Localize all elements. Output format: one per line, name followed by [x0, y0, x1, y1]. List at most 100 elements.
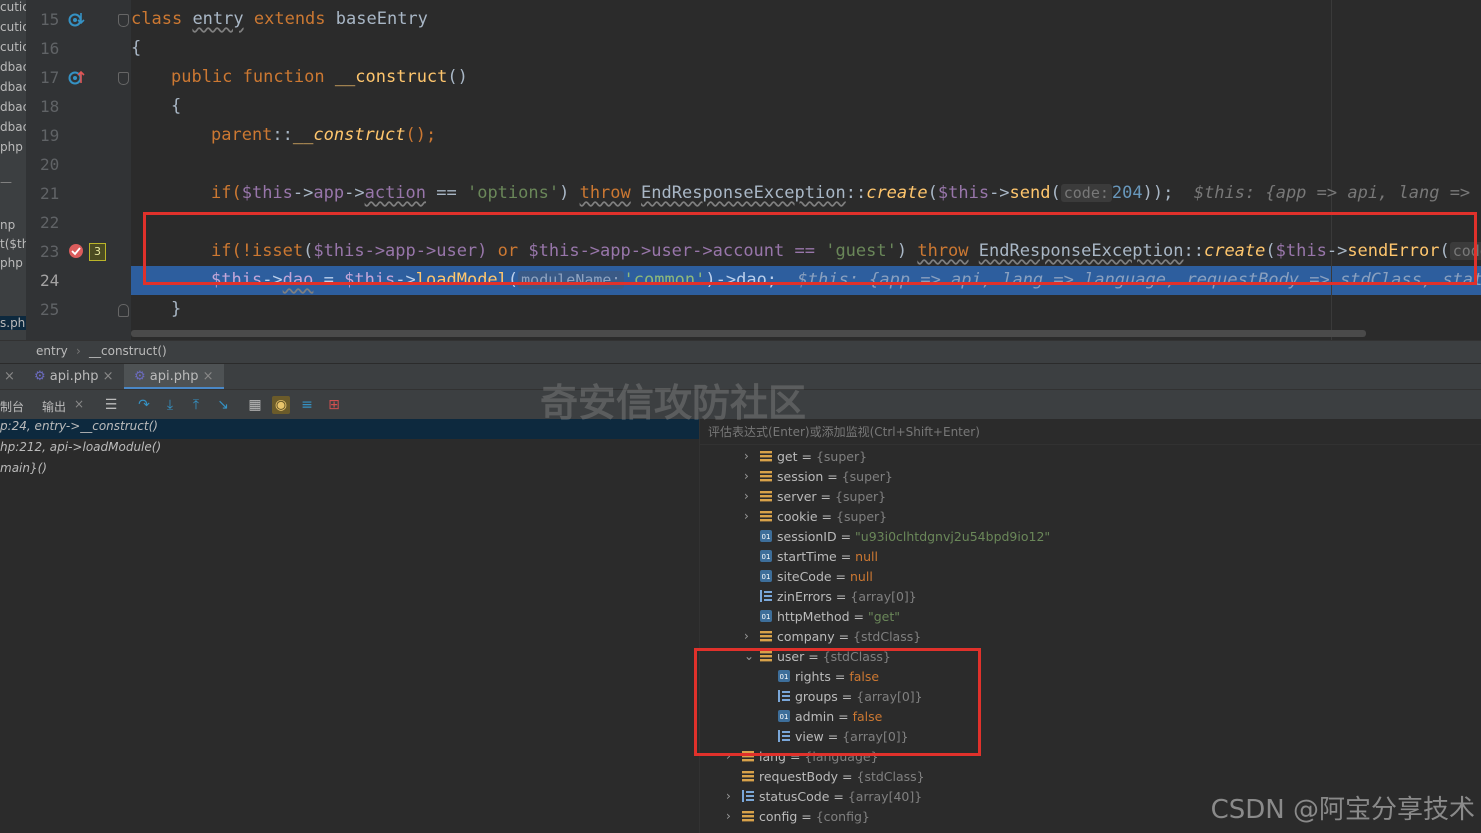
code-line-18: {	[171, 96, 182, 116]
equals-sign: =	[831, 569, 850, 584]
overrides-icon[interactable]	[67, 69, 85, 87]
line-number-current: 24	[40, 271, 60, 290]
object-icon	[760, 510, 772, 522]
variable-name: startTime	[777, 549, 837, 564]
variable-row-sessionID[interactable]: 01 sessionID = "u93i0clhtdgnvj2u54bpd9io1…	[760, 529, 1050, 549]
breadcrumb-separator: ›	[76, 344, 81, 358]
object-icon	[760, 450, 772, 462]
project-item[interactable]: cutic	[0, 20, 26, 34]
variable-row-statusCode[interactable]: › statusCode = {array[40]}	[726, 789, 922, 809]
svg-text:01: 01	[762, 553, 771, 561]
code-line-16: {	[131, 38, 142, 58]
variable-value: "get"	[867, 609, 900, 624]
svg-text:01: 01	[762, 533, 771, 541]
run-to-cursor-icon[interactable]: ↘	[214, 396, 232, 414]
php-file-icon: ⚙	[134, 369, 146, 384]
menu-icon[interactable]: ☰	[102, 396, 120, 414]
variable-row-company[interactable]: › company = {stdClass}	[744, 629, 921, 649]
project-item[interactable]: cutic	[0, 0, 26, 14]
step-into-icon[interactable]: ⤓	[161, 396, 179, 414]
line-number: 19	[40, 126, 60, 145]
chevron-right-icon[interactable]: ›	[744, 489, 749, 503]
equals-sign: =	[797, 809, 816, 824]
step-over-icon[interactable]: ↷	[135, 396, 153, 414]
project-item[interactable]: t($th	[0, 237, 26, 251]
collapse-icon[interactable]: —	[0, 175, 12, 189]
project-item[interactable]: dbac	[0, 60, 26, 74]
chevron-right-icon[interactable]: ›	[726, 789, 731, 803]
highlight-box-code	[143, 212, 1477, 285]
project-item[interactable]: dbac	[0, 100, 26, 114]
variable-row-server[interactable]: › server = {super}	[744, 489, 887, 509]
array-icon	[742, 790, 754, 802]
frame-item[interactable]: hp:212, api->loadModule()	[0, 440, 699, 460]
frame-item[interactable]: main}()	[0, 461, 699, 481]
variable-row-siteCode[interactable]: 01 siteCode = null	[760, 569, 873, 589]
variable-value: "u93i0clhtdgnvj2u54bpd9io12"	[855, 529, 1051, 544]
variable-value: {super}	[835, 489, 887, 504]
variable-row-zinErrors[interactable]: zinErrors = {array[0]}	[760, 589, 917, 609]
breakpoint-icon[interactable]	[68, 243, 84, 259]
fold-icon[interactable]	[118, 304, 129, 317]
horizontal-scrollbar[interactable]	[131, 330, 1366, 337]
equals-sign: =	[836, 529, 856, 544]
variable-row-requestBody[interactable]: requestBody = {stdClass}	[742, 769, 925, 789]
variable-row-httpMethod[interactable]: 01 httpMethod = "get"	[760, 609, 900, 629]
tab-api-php-2[interactable]: ⚙ api.php ×	[124, 364, 224, 390]
add-watch-icon[interactable]: ⊞	[325, 396, 343, 414]
tab-api-php-1[interactable]: ⚙ api.php ×	[34, 364, 114, 390]
variable-row-config[interactable]: › config = {config}	[726, 809, 870, 829]
chevron-right-icon[interactable]: ›	[744, 629, 749, 643]
equals-sign: =	[834, 629, 854, 644]
list-icon[interactable]: ≡	[298, 396, 316, 414]
primitive-icon: 01	[760, 530, 772, 542]
chevron-right-icon[interactable]: ›	[744, 469, 749, 483]
fold-icon[interactable]	[118, 72, 129, 85]
tab-console[interactable]: 制台	[0, 398, 24, 415]
variable-row-session[interactable]: › session = {super}	[744, 469, 893, 489]
variable-value: {stdClass}	[856, 769, 925, 784]
variable-row-startTime[interactable]: 01 startTime = null	[760, 549, 878, 569]
chevron-right-icon[interactable]: ›	[744, 449, 749, 463]
project-item[interactable]: np	[0, 218, 15, 232]
chevron-right-icon[interactable]: ›	[744, 509, 749, 523]
close-icon[interactable]: ×	[74, 397, 84, 411]
variable-row-get[interactable]: › get = {super}	[744, 449, 867, 469]
frames-panel: p:24, entry->__construct() hp:212, api->…	[0, 419, 700, 833]
variable-value: {super}	[841, 469, 893, 484]
breadcrumb-method[interactable]: __construct()	[89, 344, 167, 358]
variable-name: siteCode	[777, 569, 832, 584]
evaluate-icon[interactable]: ▦	[246, 396, 264, 414]
code-editor[interactable]: class entry extends baseEntry { public f…	[131, 0, 1481, 340]
object-icon	[760, 630, 772, 642]
watermark: 奇安信攻防社区	[540, 381, 807, 425]
close-icon[interactable]: ×	[4, 364, 15, 390]
primitive-icon: 01	[760, 550, 772, 562]
project-item[interactable]: dbac	[0, 120, 26, 134]
tab-output[interactable]: 输出	[42, 398, 66, 415]
tab-close-icon[interactable]: ×	[203, 369, 214, 384]
breadcrumb-class[interactable]: entry	[36, 344, 68, 358]
equals-sign: =	[831, 589, 851, 604]
tab-close-icon[interactable]: ×	[103, 369, 114, 384]
variable-name: statusCode	[759, 789, 830, 804]
step-out-icon[interactable]: ⤒	[187, 396, 205, 414]
watch-icon[interactable]: ◉	[272, 396, 290, 414]
line-number: 25	[40, 300, 60, 319]
project-item[interactable]: php	[0, 140, 23, 154]
code-line-19: parent::__construct();	[211, 125, 437, 145]
variable-name: sessionID	[777, 529, 837, 544]
project-item-selected[interactable]: s.ph	[0, 316, 26, 330]
array-icon	[760, 590, 772, 602]
fold-icon[interactable]	[118, 14, 129, 27]
project-item[interactable]: dbac	[0, 80, 26, 94]
breadcrumb: entry › __construct()	[0, 340, 1481, 363]
project-item[interactable]: cutic	[0, 40, 26, 54]
variable-row-cookie[interactable]: › cookie = {super}	[744, 509, 887, 529]
implements-icon[interactable]	[67, 11, 85, 29]
project-item[interactable]: php	[0, 256, 23, 270]
chevron-right-icon[interactable]: ›	[726, 809, 731, 823]
evaluate-expression-input[interactable]: 评估表达式(Enter)或添加监视(Ctrl+Shift+Enter)	[700, 419, 1481, 445]
bookmark-badge[interactable]: 3	[89, 243, 106, 261]
inline-debug-value: $this: {app => api, lang => la	[1193, 183, 1481, 203]
